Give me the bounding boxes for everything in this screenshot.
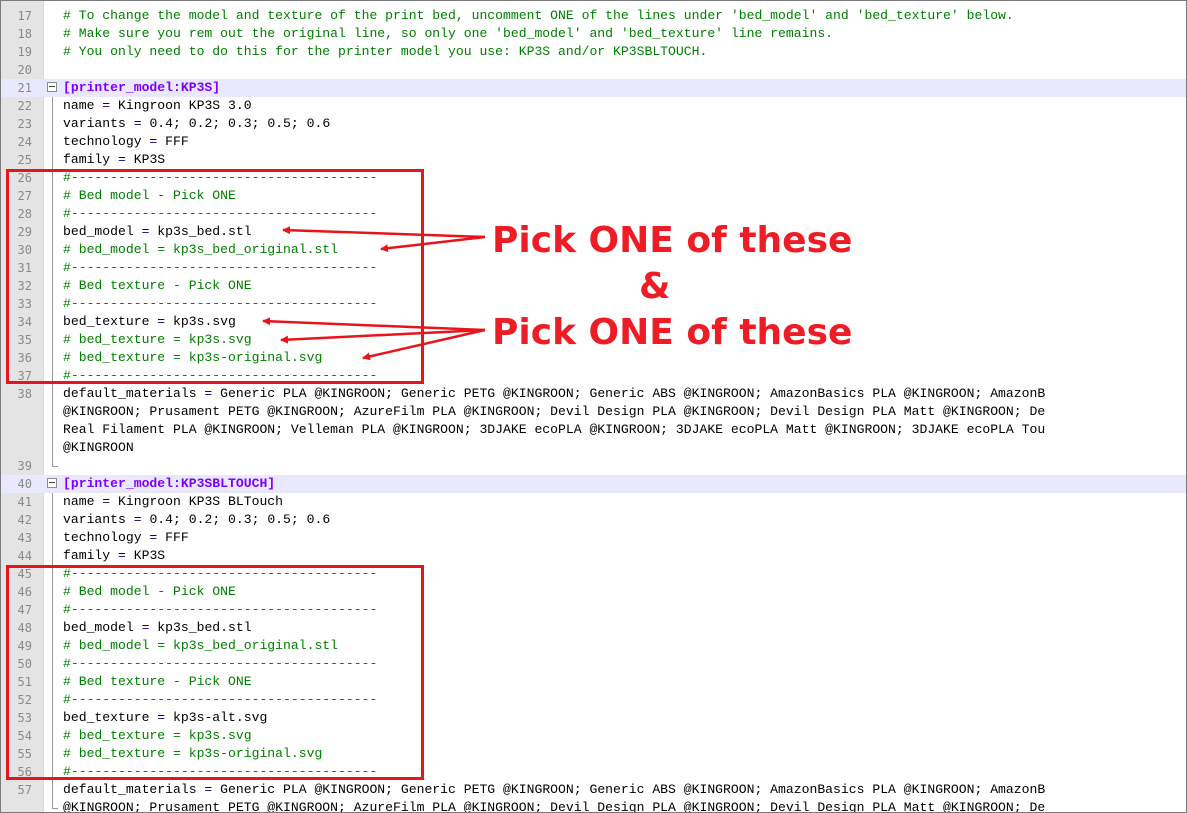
- text-editor[interactable]: 17 # To change the model and texture of t…: [0, 0, 1187, 813]
- arrow-bed-texture-active: [262, 317, 486, 332]
- arrow-bed-model-original: [380, 235, 486, 253]
- arrow-bed-model-active: [282, 226, 486, 239]
- callout-ampersand: &: [639, 266, 671, 307]
- callout-bed-model: Pick ONE of these: [492, 220, 853, 261]
- arrow-bed-texture-alt: [280, 328, 486, 344]
- annotation-arrows: [262, 226, 486, 361]
- callout-bed-texture: Pick ONE of these: [492, 312, 853, 353]
